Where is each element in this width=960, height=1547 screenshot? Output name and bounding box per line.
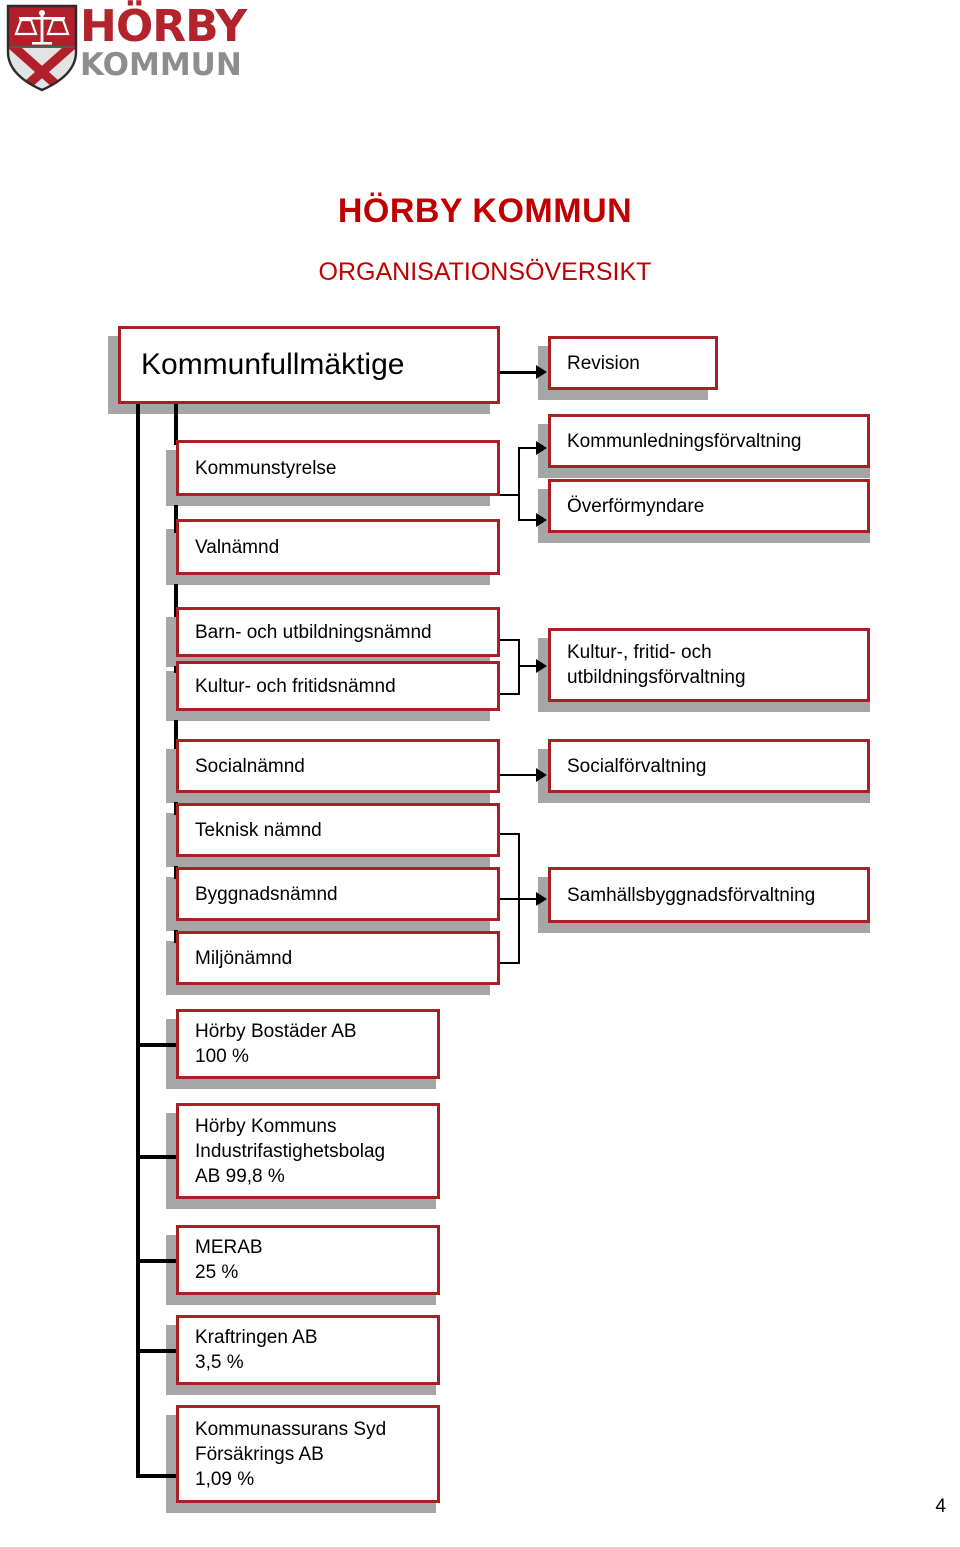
org-chart: Kommunfullmäktige Revision Kommunstyrels… [0, 0, 960, 1547]
node-label-line: Kraftringen AB [195, 1327, 318, 1348]
connector-line [136, 1349, 178, 1353]
node-label-group: Hörby Bostäder AB 100 % [179, 1019, 437, 1069]
connector-line [518, 639, 520, 695]
node-overformyndare[interactable]: Överförmyndare [548, 479, 870, 533]
node-samhallsbyggnadsforvaltning[interactable]: Samhällsbyggnadsförvaltning [548, 867, 870, 923]
node-label: Kultur-, fritid- och utbildningsförvaltn… [567, 642, 746, 688]
node-label-line: 25 % [195, 1262, 239, 1283]
connector-line [500, 371, 540, 374]
node-horby-kommuns-industrifastighetsbolag-ab[interactable]: Hörby Kommuns Industrifastighetsbolag AB… [176, 1103, 440, 1199]
node-kultur-och-fritidsnamnd[interactable]: Kultur- och fritidsnämnd [176, 661, 500, 711]
node-label-line: Kommunassurans Syd [195, 1418, 387, 1440]
node-revision[interactable]: Revision [548, 336, 718, 390]
connector-line [136, 1474, 178, 1478]
node-kommunfullmaktige[interactable]: Kommunfullmäktige [118, 326, 500, 404]
page-number: 4 [935, 1496, 946, 1517]
node-label-line: Hörby Bostäder AB [195, 1021, 357, 1042]
node-label: Socialförvaltning [567, 755, 707, 777]
node-merab[interactable]: MERAB 25 % [176, 1225, 440, 1295]
node-label: Barn- och utbildningsnämnd [195, 621, 432, 643]
node-label-line: AB 99,8 % [195, 1165, 285, 1187]
node-label: Kommunledningsförvaltning [567, 430, 802, 452]
connector-arrow [536, 441, 547, 455]
node-label: Kommunfullmäktige [141, 348, 405, 381]
node-kultur-fritid-utbildningsforvaltning[interactable]: Kultur-, fritid- och utbildningsförvaltn… [548, 628, 870, 702]
node-label: Socialnämnd [195, 755, 305, 777]
node-kommunassurans-syd-forsakrings-ab[interactable]: Kommunassurans Syd Försäkrings AB 1,09 % [176, 1405, 440, 1503]
node-label: Teknisk nämnd [195, 819, 322, 841]
connector-arrow [536, 365, 547, 379]
node-label-line: 3,5 % [195, 1352, 244, 1373]
connector-line [136, 1259, 178, 1263]
node-label-line: Hörby Kommuns [195, 1115, 337, 1137]
node-label-group: Hörby Kommuns Industrifastighetsbolag AB… [179, 1114, 437, 1189]
node-label-line: Industrifastighetsbolag [195, 1140, 386, 1162]
trunk-line-companies [136, 404, 140, 1478]
node-label-line: MERAB [195, 1237, 263, 1258]
connector-arrow [536, 892, 547, 906]
node-label-group: Kraftringen AB 3,5 % [179, 1325, 437, 1375]
node-socialforvaltning[interactable]: Socialförvaltning [548, 739, 870, 793]
node-barn-och-utbildningsnamnd[interactable]: Barn- och utbildningsnämnd [176, 607, 500, 657]
connector-line [518, 448, 520, 521]
node-label-group: MERAB 25 % [179, 1235, 437, 1285]
node-label: Kommunstyrelse [195, 457, 337, 479]
connector-line [136, 1043, 178, 1047]
node-label: Byggnadsnämnd [195, 883, 338, 905]
node-socialnamnd[interactable]: Socialnämnd [176, 739, 500, 793]
node-kommunstyrelse[interactable]: Kommunstyrelse [176, 440, 500, 496]
node-label-line: Försäkrings AB [195, 1443, 324, 1465]
node-label-group: Kommunassurans Syd Försäkrings AB 1,09 % [179, 1417, 437, 1492]
node-label: Samhällsbyggnadsförvaltning [567, 884, 816, 906]
connector-arrow [536, 768, 547, 782]
node-label: Valnämnd [195, 536, 280, 558]
node-kommunledningsforvaltning[interactable]: Kommunledningsförvaltning [548, 414, 870, 468]
node-label-line: 100 % [195, 1046, 249, 1067]
node-kraftringen-ab[interactable]: Kraftringen AB 3,5 % [176, 1315, 440, 1385]
node-label: Kultur- och fritidsnämnd [195, 675, 396, 697]
connector-line [136, 1155, 178, 1159]
node-horby-bostader-ab[interactable]: Hörby Bostäder AB 100 % [176, 1009, 440, 1079]
node-byggnadsnamnd[interactable]: Byggnadsnämnd [176, 867, 500, 921]
connector-arrow [536, 659, 547, 673]
node-label: Revision [567, 352, 640, 374]
node-label: Överförmyndare [567, 495, 705, 517]
node-teknisk-namnd[interactable]: Teknisk nämnd [176, 803, 500, 857]
connector-arrow [536, 513, 547, 527]
node-miljonamnd[interactable]: Miljönämnd [176, 931, 500, 985]
node-valnamnd[interactable]: Valnämnd [176, 519, 500, 575]
node-label: Miljönämnd [195, 947, 293, 969]
trunk-line-boards [174, 404, 178, 445]
node-label-line: 1,09 % [195, 1468, 255, 1490]
